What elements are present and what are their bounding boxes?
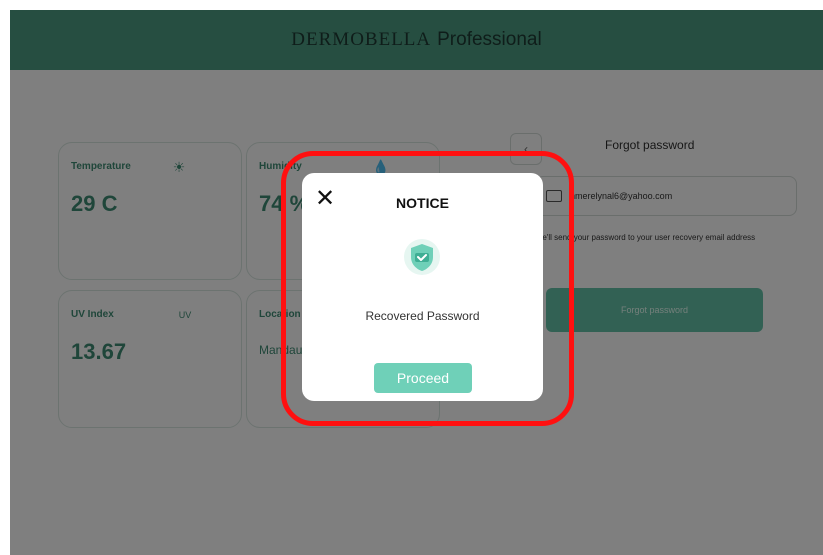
shield-check-icon bbox=[404, 239, 440, 275]
modal-title: NOTICE bbox=[396, 195, 449, 211]
notice-modal: ✕ NOTICE Recovered Password Proceed bbox=[302, 173, 543, 401]
proceed-button[interactable]: Proceed bbox=[374, 363, 472, 393]
modal-message: Recovered Password bbox=[365, 309, 480, 323]
app-root: DERMOBELLA Professional Temperature ☀ 29… bbox=[10, 10, 823, 555]
